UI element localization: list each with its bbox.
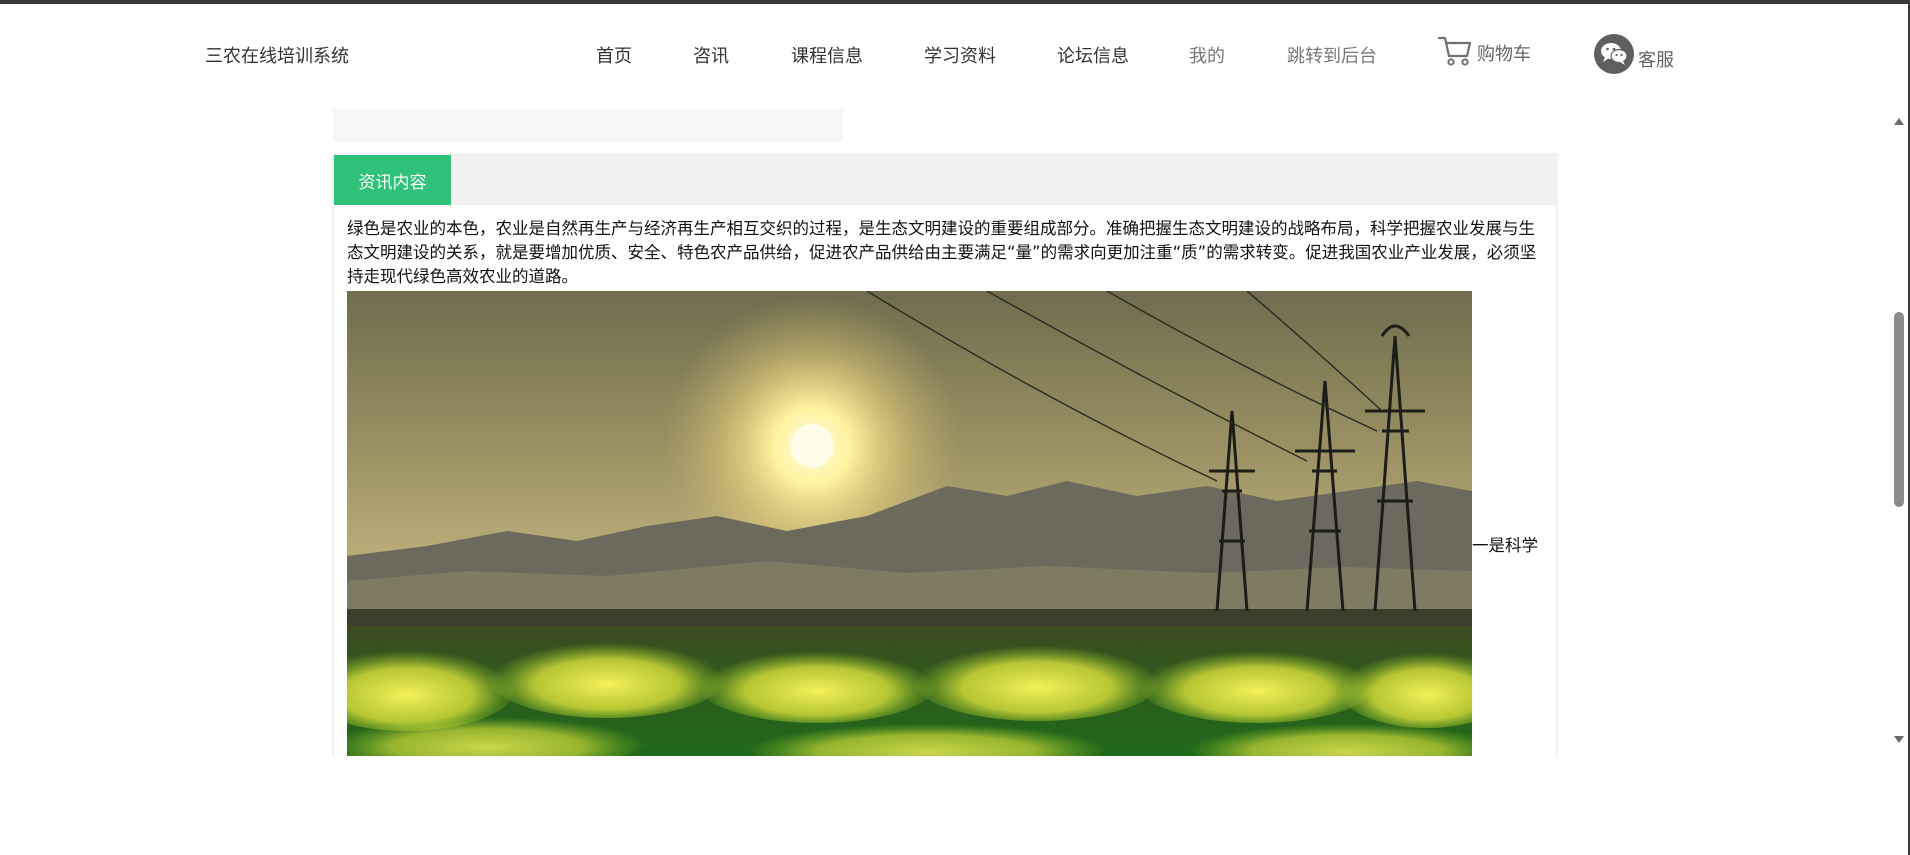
cart-icon xyxy=(1437,36,1472,66)
nav-news[interactable]: 咨讯 xyxy=(693,42,729,68)
news-content-panel: 资讯内容 绿色是农业的本色，农业是自然再生产与经济再生产相互交织的过程，是生态文… xyxy=(333,154,1557,756)
placeholder-bar xyxy=(333,109,843,142)
panel-tab-bar: 资讯内容 xyxy=(334,155,1556,205)
wechat-icon xyxy=(1594,34,1634,74)
page-bottom-area xyxy=(0,756,1890,855)
vertical-scrollbar[interactable] xyxy=(1890,112,1908,752)
nav-courses[interactable]: 课程信息 xyxy=(791,42,863,68)
nav-forum[interactable]: 论坛信息 xyxy=(1057,42,1129,68)
scroll-thumb[interactable] xyxy=(1894,312,1904,507)
tab-news-content[interactable]: 资讯内容 xyxy=(334,155,451,205)
article-body-text: 绿色是农业的本色，农业是自然再生产与经济再生产相互交织的过程，是生态文明建设的重… xyxy=(347,219,1537,286)
content-viewport: 资讯内容 绿色是农业的本色，农业是自然再生产与经济再生产相互交织的过程，是生态文… xyxy=(0,106,1890,756)
nav-materials[interactable]: 学习资料 xyxy=(924,42,996,68)
article-trailing-text: 一是科学 xyxy=(1472,536,1538,555)
nav-home[interactable]: 首页 xyxy=(596,42,632,68)
customer-service-button[interactable]: 客服 xyxy=(1594,34,1674,74)
scroll-down-icon[interactable] xyxy=(1894,736,1904,743)
nav-admin[interactable]: 跳转到后台 xyxy=(1287,42,1377,68)
site-header: 三农在线培训系统 首页 咨讯 课程信息 学习资料 论坛信息 我的 跳转到后台 购… xyxy=(0,4,1890,106)
nav-mine[interactable]: 我的 xyxy=(1189,42,1225,68)
site-brand[interactable]: 三农在线培训系统 xyxy=(205,42,349,68)
cart-button[interactable]: 购物车 xyxy=(1437,34,1531,68)
article-photo xyxy=(347,291,1472,756)
customer-service-label: 客服 xyxy=(1638,50,1674,71)
cart-label: 购物车 xyxy=(1477,44,1531,65)
scroll-up-icon[interactable] xyxy=(1894,118,1904,125)
